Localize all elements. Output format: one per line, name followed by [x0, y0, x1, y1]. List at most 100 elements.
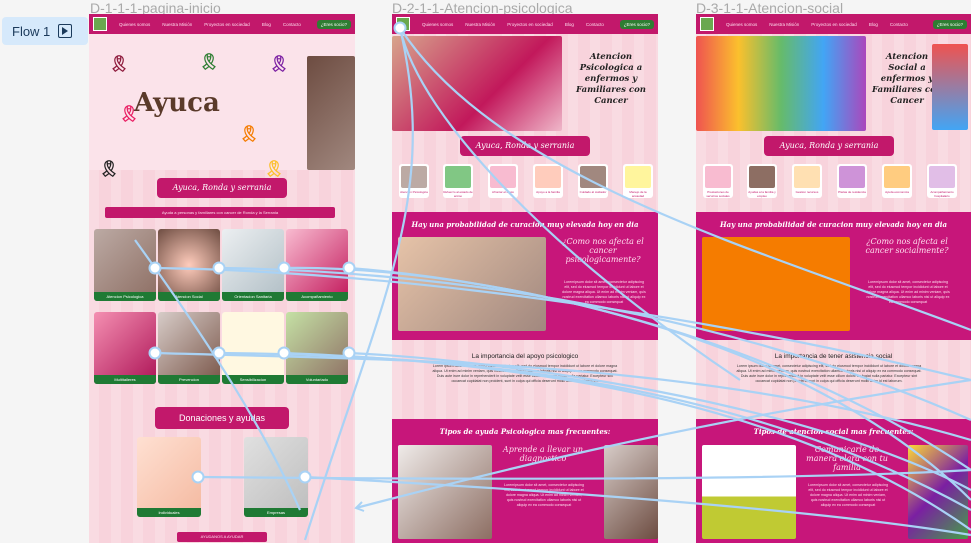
frame-home[interactable]: Quienes somos Nuestra Misión Proyectos e…	[89, 14, 355, 543]
service-card[interactable]: Acompañamiento	[286, 229, 348, 301]
ribbon-icon: 🎗	[99, 161, 120, 178]
socio-button[interactable]: ¿Eres socio?	[316, 19, 351, 29]
section-question: ¿Como nos afecta el cancer socialmente?	[865, 237, 949, 255]
section2-title: La importancia de tener asistencia socia…	[774, 353, 893, 360]
nav-item-blog[interactable]: Blog	[869, 22, 878, 27]
service-icon-card[interactable]: Afrontar el duelo	[488, 164, 518, 198]
service-card[interactable]: Voluntariado	[286, 312, 348, 384]
service-icon-card[interactable]: Apoyo a la familia	[533, 164, 563, 198]
nav-item-quienes[interactable]: Quienes somos	[119, 22, 150, 27]
card-label: Sensibilizacion	[222, 375, 284, 384]
service-card[interactable]: Prevencion	[158, 312, 220, 384]
nav-item-mision[interactable]: Nuestra Misión	[162, 22, 192, 27]
ribbon-icon: 🎗	[109, 56, 130, 73]
nav-item-blog[interactable]: Blog	[565, 22, 574, 27]
ribbon-icon: 🎗	[269, 56, 290, 73]
service-icon-card[interactable]: Atencion Psicologica	[399, 164, 429, 198]
help-button[interactable]: AYUDANOS A AYUDAR	[177, 532, 267, 542]
service-icon-card[interactable]: Ayudas a la familia y empleo	[747, 164, 777, 198]
service-icon-card[interactable]: Refuerzo al estado de animo	[443, 164, 473, 198]
logo[interactable]	[396, 17, 410, 31]
section-photo-right	[604, 445, 658, 539]
section-title: Tipos de atencion social mas frecuentes:	[753, 427, 914, 436]
donation-card[interactable]: Individuales	[137, 437, 201, 517]
card-label: Cuidado al cuidador	[579, 190, 607, 194]
service-icon-card[interactable]: Ayuda economica	[882, 164, 912, 198]
nav-item-mision[interactable]: Nuestra Misión	[769, 22, 799, 27]
navbar: Quienes somos Nuestra Misión Proyectos e…	[696, 14, 971, 34]
card-label: Multitaileres	[94, 375, 156, 384]
donation-card[interactable]: Empresas	[244, 437, 308, 517]
flow-label-text: Flow 1	[12, 23, 51, 39]
card-label: Apoyo a la familia	[536, 190, 560, 194]
card-label: Ayuda economica	[885, 190, 909, 194]
nav-item-contacto[interactable]: Contacto	[890, 22, 908, 27]
nav-item-proyectos[interactable]: Proyectos en sociedad	[507, 22, 553, 27]
tree-image	[702, 445, 796, 539]
nav-item-proyectos[interactable]: Proyectos en sociedad	[811, 22, 857, 27]
frame-psych[interactable]: Quienes somos Nuestra Misión Proyectos e…	[392, 14, 658, 543]
section-tipos: Tipos de atencion social mas frecuentes:…	[696, 419, 971, 543]
section-curacion: Hay una probabilidad de curacion muy ele…	[696, 212, 971, 340]
card-label: Acompañamiento	[286, 292, 348, 301]
card-body: Loremipsum dolor sit amet, consectetur a…	[504, 483, 584, 507]
play-icon[interactable]	[58, 24, 73, 38]
card-label: Atencion Psicologica	[400, 190, 428, 194]
service-card[interactable]: Atencion Social	[158, 229, 220, 301]
nav-item-contacto[interactable]: Contacto	[586, 22, 604, 27]
service-icon-card[interactable]: Cuidado al cuidador	[578, 164, 608, 198]
card-image	[749, 166, 775, 188]
nav-item-quienes[interactable]: Quienes somos	[726, 22, 757, 27]
ribbon-icon: 🎗	[239, 126, 260, 143]
service-icon-card[interactable]: Gestion recursos	[792, 164, 822, 198]
card-heading: Comunicarle de manera clara con tu famil…	[806, 445, 888, 472]
nav-item-mision[interactable]: Nuestra Misión	[465, 22, 495, 27]
service-icon-card[interactable]: Prestaciones de servicios sociales	[703, 164, 733, 198]
service-icon-card[interactable]: Acompañamiento hospitalario	[927, 164, 957, 198]
card-label: Individuales	[137, 508, 201, 517]
socio-button[interactable]: ¿Eres socio?	[932, 19, 967, 29]
card-label: Acompañamiento hospitalario	[930, 190, 954, 198]
ribbon-icon: 🎗	[264, 161, 285, 178]
card-label: Orientacion Sanitaria	[222, 292, 284, 301]
navbar: Quienes somos Nuestra Misión Proyectos e…	[89, 14, 355, 34]
card-label: Afrontar el duelo	[491, 190, 514, 194]
card-label: Voluntariado	[286, 375, 348, 384]
nav-item-proyectos[interactable]: Proyectos en sociedad	[204, 22, 250, 27]
nav-item-blog[interactable]: Blog	[262, 22, 271, 27]
section-tipos: Tipos de ayuda Psicologica mas frecuente…	[392, 419, 658, 543]
flow-label[interactable]: Flow 1	[2, 17, 88, 45]
frame-social[interactable]: Quienes somos Nuestra Misión Proyectos e…	[696, 14, 971, 543]
service-card[interactable]: Orientacion Sanitaria	[222, 229, 284, 301]
card-label: Empresas	[244, 508, 308, 517]
section2-body: Lorem ipsum dolor sit amet, consectetur …	[736, 364, 922, 383]
socio-button[interactable]: ¿Eres socio?	[619, 19, 654, 29]
service-icon-card[interactable]: Manejo de la ansiedad	[623, 164, 653, 198]
section-body: Loremipsum dolor sit amet, consectetur a…	[866, 280, 950, 304]
section-body: Loremipsum dolor sit amet, consectetur a…	[562, 280, 646, 304]
logo[interactable]	[93, 17, 107, 31]
home-banner: Ayuca, Ronda y serrania	[157, 178, 287, 198]
hero-side-image	[932, 44, 968, 130]
section-icon-image	[702, 237, 850, 331]
card-label: Atencion Psicologica	[94, 292, 156, 301]
service-card[interactable]: Sensibilizacion	[222, 312, 284, 384]
service-card[interactable]: Atencion Psicologica	[94, 229, 156, 301]
service-icon-card[interactable]: Plazas de residencia	[837, 164, 867, 198]
card-label: Gestion recursos	[795, 190, 819, 194]
nav-item-contacto[interactable]: Contacto	[283, 22, 301, 27]
card-image	[625, 166, 651, 188]
section-question: ¿Como nos afecta el cancer psicologicame…	[562, 237, 644, 264]
card-label: Prevencion	[158, 375, 220, 384]
card-image	[794, 166, 820, 188]
service-card[interactable]: Multitaileres	[94, 312, 156, 384]
logo[interactable]	[700, 17, 714, 31]
card-image	[929, 166, 955, 188]
hero-people-image	[696, 36, 866, 131]
nav-item-quienes[interactable]: Quienes somos	[422, 22, 453, 27]
home-subbanner: Ayuda a personas y familiares con cancer…	[105, 207, 335, 218]
card-image	[580, 166, 606, 188]
card-image	[445, 166, 471, 188]
section-title: Hay una probabilidad de curacion muy ele…	[411, 220, 639, 229]
ribbon-icon: 🎗	[199, 54, 220, 71]
